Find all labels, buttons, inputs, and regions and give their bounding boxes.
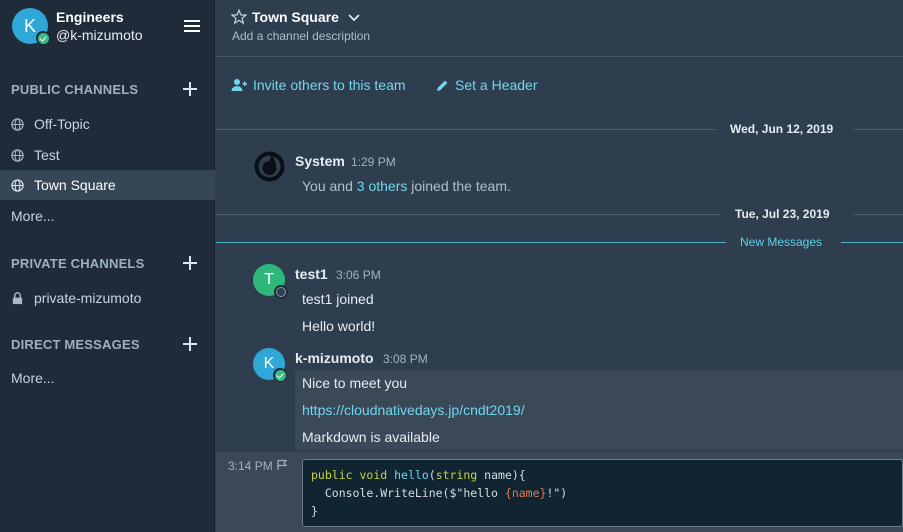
current-username: @k-mizumoto — [56, 27, 143, 43]
channel-description[interactable]: Add a channel description — [232, 29, 370, 43]
invite-others-label: Invite others to this team — [253, 77, 406, 93]
sidebar-item-label: Town Square — [34, 177, 116, 193]
code-token: name){ — [477, 468, 526, 482]
team-header[interactable]: K Engineers @k-mizumoto — [0, 0, 215, 58]
avatar-initial: K — [263, 355, 275, 372]
sidebar-item-off-topic[interactable]: Off-Topic — [0, 109, 215, 139]
globe-icon — [11, 179, 24, 192]
set-header-label: Set a Header — [455, 77, 538, 93]
code-token: public — [311, 468, 353, 482]
code-token: !") — [546, 486, 568, 500]
offline-status-icon — [274, 285, 288, 299]
system-message-text: joined the team. — [407, 178, 511, 194]
code-token: ( — [428, 468, 436, 482]
chevron-down-icon[interactable] — [347, 10, 361, 24]
code-token: string — [435, 468, 478, 482]
sidebar-item-town-square[interactable]: Town Square — [0, 170, 215, 200]
sidebar: K Engineers @k-mizumoto PUBLIC CHANNELS … — [0, 0, 215, 532]
avatar[interactable]: K — [253, 348, 287, 382]
post-message: test1 joined — [302, 291, 374, 307]
add-private-channel-icon[interactable] — [183, 256, 197, 270]
date-separator-label: Wed, Jun 12, 2019 — [730, 122, 834, 136]
sidebar-item-label: private-mizumoto — [34, 290, 142, 306]
date-separator-label: Tue, Jul 23, 2019 — [735, 207, 830, 221]
code-token: hello — [394, 468, 429, 482]
globe-icon — [11, 118, 24, 131]
system-message-text: You and — [302, 178, 357, 194]
add-direct-message-icon[interactable] — [183, 337, 197, 351]
more-public-channels-link[interactable]: More... — [11, 208, 55, 224]
more-direct-messages-link[interactable]: More... — [11, 370, 55, 386]
public-channels-header: PUBLIC CHANNELS — [11, 82, 139, 97]
team-avatar-initial: K — [23, 15, 36, 36]
invite-others-link[interactable]: Invite others to this team — [231, 77, 406, 93]
system-message: You and 3 others joined the team. — [302, 178, 511, 194]
post-time[interactable]: 3:06 PM — [336, 268, 381, 282]
sidebar-item-label: Test — [34, 147, 60, 163]
set-header-link[interactable]: Set a Header — [436, 77, 538, 93]
code-token: name — [511, 486, 540, 500]
post-time[interactable]: 1:29 PM — [351, 155, 396, 169]
post-author[interactable]: test1 — [295, 266, 328, 282]
globe-icon — [11, 149, 24, 162]
post-message: Markdown is available — [302, 429, 440, 445]
new-messages-separator: New Messages — [216, 233, 903, 253]
system-logo-icon — [254, 151, 285, 182]
code-token: } — [311, 504, 318, 518]
code-token: void — [359, 468, 388, 482]
post-time[interactable]: 3:14 PM — [228, 459, 273, 473]
code-block[interactable]: public void hello(string name){ Console.… — [302, 459, 903, 527]
post-author[interactable]: System — [295, 153, 345, 169]
channel-header: Town Square Add a channel description — [216, 0, 903, 57]
date-separator: Tue, Jul 23, 2019 — [216, 205, 903, 225]
new-messages-label: New Messages — [740, 235, 823, 249]
post-author[interactable]: k-mizumoto — [295, 350, 374, 366]
pencil-icon — [437, 80, 448, 91]
team-avatar[interactable]: K — [12, 8, 50, 45]
code-token: Console.WriteLine($"hello — [311, 486, 505, 500]
post-message: Nice to meet you — [302, 375, 408, 391]
date-separator: Wed, Jun 12, 2019 — [216, 120, 903, 140]
add-public-channel-icon[interactable] — [183, 82, 197, 96]
lock-icon — [12, 292, 23, 305]
sidebar-item-test[interactable]: Test — [0, 140, 215, 170]
channel-title[interactable]: Town Square — [252, 9, 339, 25]
private-channels-header: PRIVATE CHANNELS — [11, 256, 145, 271]
direct-messages-header: DIRECT MESSAGES — [11, 337, 140, 352]
favorite-star-icon[interactable] — [231, 9, 247, 25]
avatar-initial: T — [264, 271, 274, 288]
others-link[interactable]: 3 others — [357, 178, 408, 194]
flag-icon[interactable] — [276, 459, 288, 471]
avatar[interactable]: T — [253, 264, 288, 299]
team-name[interactable]: Engineers — [56, 9, 124, 25]
post-time[interactable]: 3:08 PM — [383, 352, 428, 366]
post-message: Hello world! — [302, 318, 376, 334]
sidebar-item-private-mizumoto[interactable]: private-mizumoto — [0, 283, 215, 313]
sidebar-item-label: Off-Topic — [34, 116, 90, 132]
main-menu-icon[interactable] — [184, 20, 200, 32]
add-user-icon — [231, 79, 247, 91]
online-status-icon — [273, 368, 287, 382]
online-status-icon — [36, 31, 50, 45]
post-link[interactable]: https://cloudnativedays.jp/cndt2019/ — [302, 402, 525, 418]
code-token: { — [504, 486, 512, 500]
